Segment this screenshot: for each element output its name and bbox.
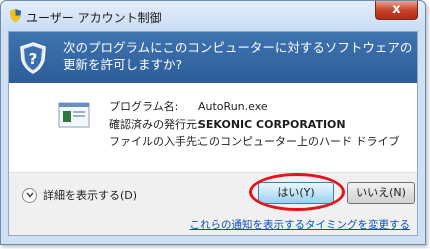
chevron-down-icon (22, 187, 37, 203)
close-button[interactable]: x (375, 1, 418, 20)
prompt-message: 次のプログラムにこのコンピューターに対するソフトウェアの更新を許可しますか? (63, 40, 413, 72)
file-source-value: このコンピューター上のハード ドライブ (198, 135, 400, 148)
dialog-footer: 詳細を表示する(D) はい(Y) いいえ(N) これらの通知を表示するタイミング… (9, 172, 417, 235)
publisher-label: 確認済みの発行元: (109, 117, 201, 131)
details-values: AutoRun.exe SEKONIC CORPORATION このコンピュータ… (198, 98, 400, 151)
program-name-label: プログラム名: (109, 100, 179, 113)
question-shield-icon: ? (20, 42, 46, 74)
show-details-label: 詳細を表示する(D) (43, 189, 138, 202)
title-bar[interactable]: ユーザー アカウント制御 x (1, 1, 425, 31)
window-title: ユーザー アカウント制御 (26, 11, 162, 25)
details-labels: プログラム名: 確認済みの発行元: ファイルの入手先: (109, 98, 201, 151)
change-notification-link[interactable]: これらの通知を表示するタイミングを変更する (190, 217, 411, 232)
no-button[interactable]: いいえ(N) (347, 182, 415, 204)
publisher-value: SEKONIC CORPORATION (198, 117, 346, 131)
show-details-toggle[interactable]: 詳細を表示する(D) (22, 187, 137, 203)
application-icon (58, 102, 90, 128)
prompt-banner: ? 次のプログラムにこのコンピューターに対するソフトウェアの更新を許可しますか? (9, 32, 417, 83)
file-source-label: ファイルの入手先: (109, 135, 201, 148)
uac-shield-icon (9, 8, 22, 23)
dialog-body: ? 次のプログラムにこのコンピューターに対するソフトウェアの更新を許可しますか?… (8, 31, 418, 236)
program-name-value: AutoRun.exe (198, 100, 268, 113)
svg-text:?: ? (29, 50, 38, 68)
uac-dialog: ユーザー アカウント制御 x ? 次のプログラムにこのコンピューターに対するソフ… (0, 0, 426, 245)
highlight-circle (249, 173, 345, 211)
